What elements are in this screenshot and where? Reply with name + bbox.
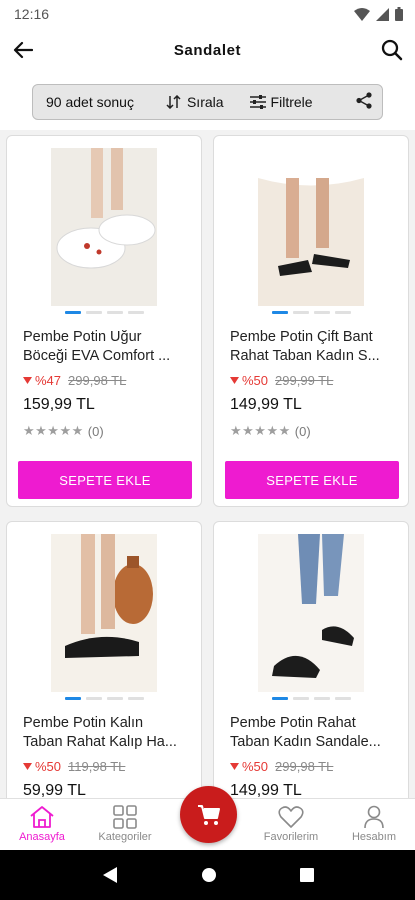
grid-icon <box>113 803 137 831</box>
price-row: %50 299,99 TL <box>230 373 333 388</box>
product-name[interactable]: Pembe Potin Rahat Taban Kadın Sandale... <box>230 714 402 752</box>
user-icon <box>363 803 385 831</box>
product-image[interactable] <box>258 534 364 692</box>
nav-home[interactable]: Anasayfa <box>2 803 82 843</box>
home-circle-icon[interactable] <box>201 867 217 883</box>
recents-square-icon[interactable] <box>299 868 314 882</box>
arrow-down-icon <box>23 763 32 770</box>
back-triangle-icon[interactable] <box>102 866 118 884</box>
current-price: 159,99 TL <box>23 396 95 413</box>
status-time: 12:16 <box>14 6 50 22</box>
discount-badge: %47 <box>23 373 61 388</box>
product-photo-black-strap-sandal <box>258 148 364 306</box>
status-bar: 12:16 <box>0 0 415 28</box>
product-grid: Pembe Potin Uğur Böceği EVA Comfort ... … <box>0 130 415 798</box>
arrow-left-icon <box>13 41 33 59</box>
price-row: %47 299,98 TL <box>23 373 126 388</box>
cart-button[interactable] <box>180 786 237 843</box>
current-price: 149,99 TL <box>230 782 302 798</box>
review-count: (0) <box>87 423 104 439</box>
price-row: %50 119,98 TL <box>23 759 125 774</box>
product-name[interactable]: Pembe Potin Kalın Taban Rahat Kalıp Ha..… <box>23 714 195 752</box>
rating: ★★★★★ (0) <box>230 423 311 439</box>
nav-categories-label: Kategoriler <box>98 831 152 843</box>
star-rating-icon: ★★★★★ <box>230 423 291 438</box>
product-card[interactable]: Pembe Potin Kalın Taban Rahat Kalıp Ha..… <box>6 521 202 798</box>
home-icon <box>29 803 55 831</box>
app-bar: Sandalet <box>0 28 415 72</box>
results-toolbar: 90 adet sonuç Sırala Filtrele <box>32 84 383 120</box>
battery-icon <box>395 7 403 21</box>
wifi-icon <box>354 7 370 21</box>
product-image[interactable] <box>258 148 364 306</box>
image-pager <box>7 697 201 700</box>
cart-icon <box>197 804 220 825</box>
back-button[interactable] <box>10 37 36 63</box>
price-row: %50 299,98 TL <box>230 759 333 774</box>
nav-categories[interactable]: Kategoriler <box>85 803 165 843</box>
product-card[interactable]: Pembe Potin Rahat Taban Kadın Sandale...… <box>213 521 409 798</box>
discount-badge: %50 <box>230 759 268 774</box>
star-rating-icon: ★★★★★ <box>23 423 84 438</box>
sort-label: Sırala <box>186 94 224 110</box>
search-icon <box>381 39 403 61</box>
filter-sliders-icon <box>249 95 266 109</box>
product-name[interactable]: Pembe Potin Uğur Böceği EVA Comfort ... <box>23 328 195 366</box>
add-to-cart-button[interactable]: SEPETE EKLE <box>18 461 192 499</box>
nav-account[interactable]: Hesabım <box>334 803 414 843</box>
search-button[interactable] <box>379 37 405 63</box>
share-icon <box>356 92 372 109</box>
arrow-down-icon <box>230 377 239 384</box>
share-button[interactable] <box>356 92 372 112</box>
current-price: 149,99 TL <box>230 396 302 413</box>
sort-icon <box>166 95 181 109</box>
rating: ★★★★★ (0) <box>23 423 104 439</box>
product-image[interactable] <box>51 534 157 692</box>
image-pager <box>214 697 408 700</box>
current-price: 59,99 TL <box>23 782 86 798</box>
signal-icon <box>376 7 389 21</box>
product-image[interactable] <box>51 148 157 306</box>
old-price: 119,98 TL <box>68 759 126 774</box>
review-count: (0) <box>294 423 311 439</box>
product-name[interactable]: Pembe Potin Çift Bant Rahat Taban Kadın … <box>230 328 402 366</box>
page-title: Sandalet <box>173 41 242 59</box>
filter-button[interactable]: Filtrele <box>249 94 313 110</box>
product-card[interactable]: Pembe Potin Çift Bant Rahat Taban Kadın … <box>213 135 409 507</box>
nav-account-label: Hesabım <box>351 831 397 843</box>
image-pager <box>214 311 408 314</box>
status-icons <box>354 7 403 21</box>
add-to-cart-button[interactable]: SEPETE EKLE <box>225 461 399 499</box>
nav-home-label: Anasayfa <box>19 831 65 843</box>
product-photo-white-clog <box>51 148 157 306</box>
old-price: 299,98 TL <box>275 759 334 774</box>
old-price: 299,99 TL <box>275 373 334 388</box>
old-price: 299,98 TL <box>68 373 127 388</box>
nav-favorites-label: Favorilerim <box>263 831 319 843</box>
image-pager <box>7 311 201 314</box>
nav-favorites[interactable]: Favorilerim <box>251 803 331 843</box>
discount-badge: %50 <box>230 373 268 388</box>
product-photo-black-slide <box>51 534 157 692</box>
toolbar-area: 90 adet sonuç Sırala Filtrele <box>0 72 415 130</box>
heart-icon <box>278 803 304 831</box>
product-photo-woven-sandal <box>258 534 364 692</box>
sort-button[interactable]: Sırala <box>166 94 224 110</box>
system-navigation-bar <box>0 850 415 900</box>
discount-badge: %50 <box>23 759 61 774</box>
result-count: 90 adet sonuç <box>46 94 134 110</box>
filter-label: Filtrele <box>270 94 313 110</box>
arrow-down-icon <box>230 763 239 770</box>
product-card[interactable]: Pembe Potin Uğur Böceği EVA Comfort ... … <box>6 135 202 507</box>
arrow-down-icon <box>23 377 32 384</box>
